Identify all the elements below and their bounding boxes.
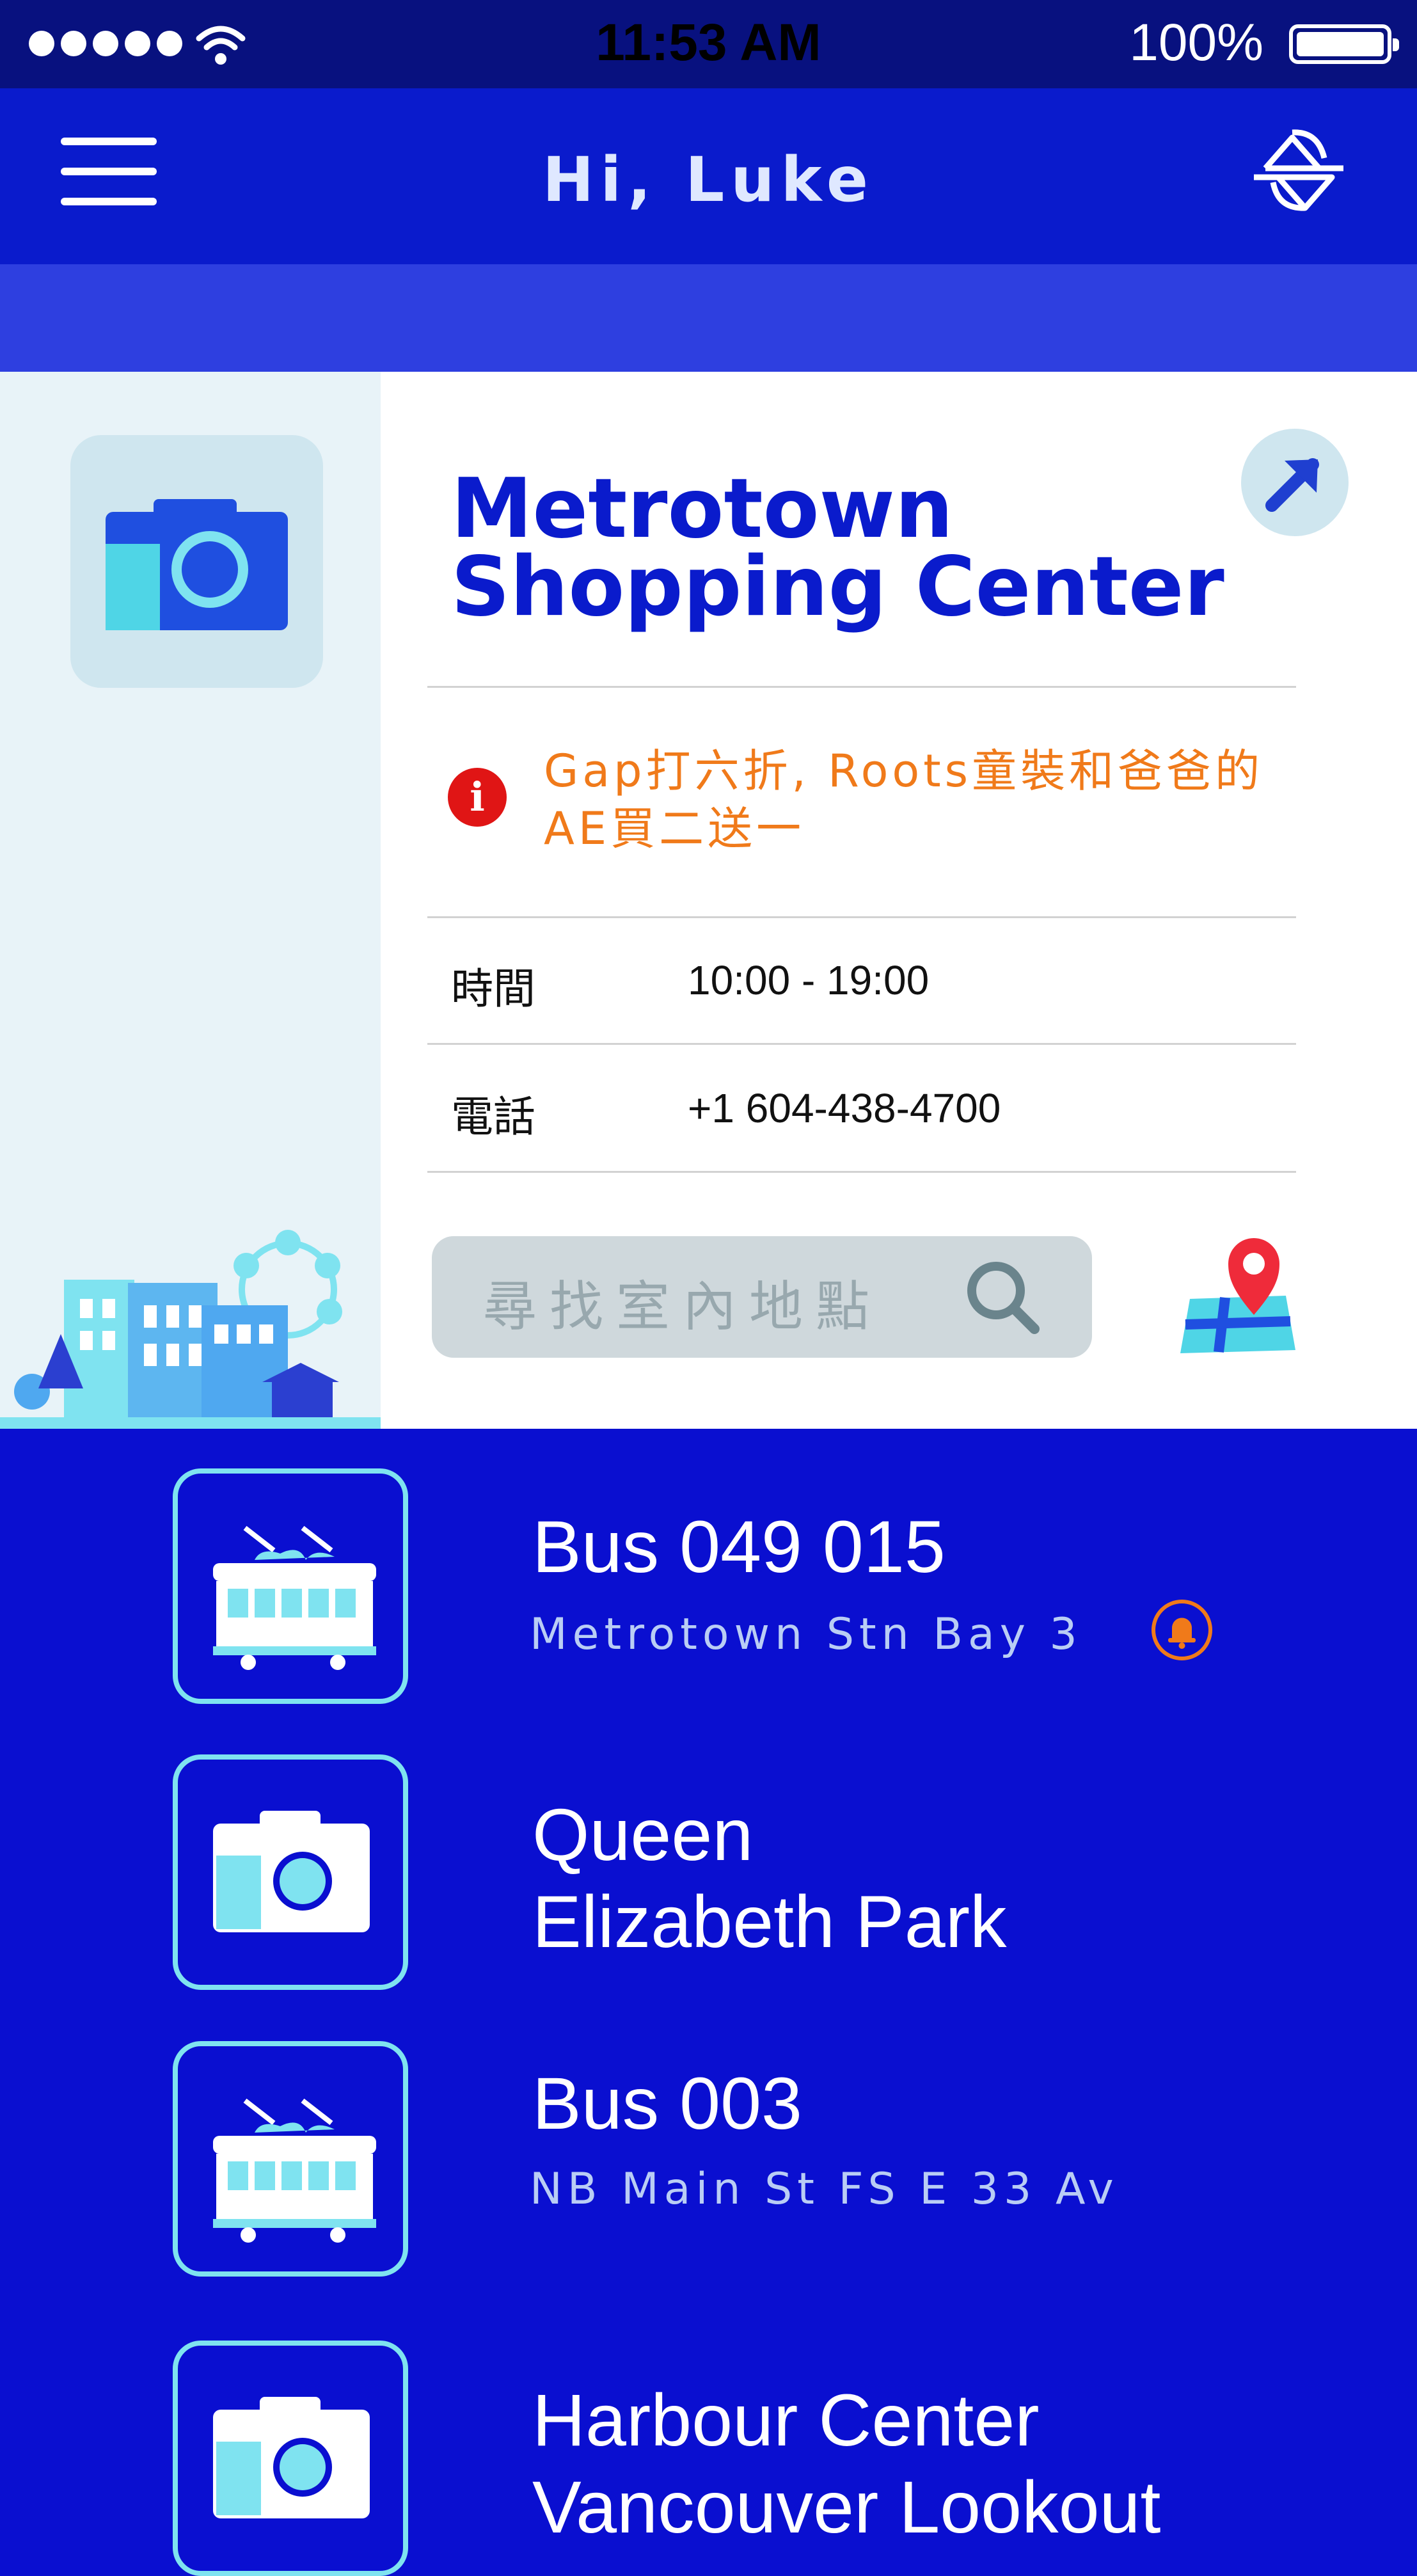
place-title: Metrotown Shopping Center: [451, 461, 1224, 635]
list-item-title[interactable]: Bus 003: [532, 2060, 802, 2147]
phone-label: 電話: [451, 1092, 535, 1141]
camera-icon: [106, 499, 288, 630]
map-pin-icon[interactable]: [1174, 1228, 1302, 1356]
place-category-tile: [70, 435, 323, 688]
list-item-icon-camera[interactable]: [173, 1754, 408, 1990]
divider: [427, 1171, 1296, 1173]
tram-icon: [213, 2098, 376, 2243]
list-item-icon-tram[interactable]: [173, 1468, 408, 1704]
phone-value[interactable]: +1 604-438-4700: [688, 1085, 1001, 1132]
list-item-title[interactable]: Harbour Center Vancouver Lookout: [532, 2377, 1160, 2551]
search-placeholder: 尋找室內地點: [483, 1275, 883, 1338]
list-item-subtitle: Metrotown Stn Bay 3: [530, 1609, 1082, 1660]
promo-text: Gap打六折, Roots童裝和爸爸的 AE買二送一: [544, 745, 1264, 855]
bell-icon[interactable]: [1152, 1600, 1212, 1660]
arrow-up-right-icon: [1265, 458, 1319, 512]
battery-percent: 100%: [1129, 13, 1263, 72]
city-illustration: [0, 1230, 381, 1429]
camera-icon: [213, 1811, 370, 1932]
divider: [427, 916, 1296, 918]
open-external-button[interactable]: [1241, 429, 1349, 536]
hours-value: 10:00 - 19:00: [688, 957, 930, 1003]
greeting-title: Hi, Luke: [542, 144, 875, 216]
camera-icon: [213, 2397, 370, 2518]
list-item-icon-camera[interactable]: [173, 2341, 408, 2576]
search-icon[interactable]: [963, 1257, 1043, 1337]
swap-icon[interactable]: [1247, 118, 1350, 221]
list-item-title[interactable]: Queen Elizabeth Park: [532, 1792, 1007, 1966]
divider: [427, 1043, 1296, 1045]
tram-icon: [213, 1525, 376, 1670]
list-item-subtitle: NB Main St FS E 33 Av: [530, 2164, 1119, 2214]
list-item-title[interactable]: Bus 049 015: [532, 1504, 946, 1591]
hours-label: 時間: [451, 964, 535, 1014]
header-subbar: [0, 264, 1417, 372]
list-item-icon-tram[interactable]: [173, 2041, 408, 2277]
divider: [427, 686, 1296, 688]
battery-icon: [1289, 24, 1399, 64]
info-icon: i: [448, 768, 507, 827]
